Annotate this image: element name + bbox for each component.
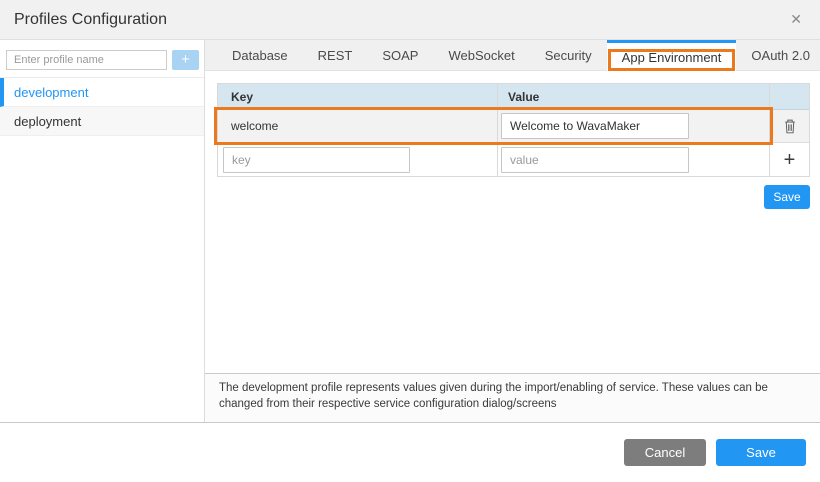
tab-soap[interactable]: SOAP <box>367 40 433 70</box>
add-profile-row: + <box>0 40 204 77</box>
key-cell: welcome <box>218 110 498 142</box>
profile-content: Database REST SOAP WebSocket Security Ap… <box>205 40 820 422</box>
table-row: welcome <box>218 110 809 143</box>
column-header-value: Value <box>498 84 769 109</box>
profile-description: The development profile represents value… <box>205 373 820 422</box>
profile-label: deployment <box>14 114 81 129</box>
profiles-configuration-dialog: Profiles Configuration ✕ + development d… <box>0 0 820 482</box>
tab-oauth[interactable]: OAuth 2.0 <box>736 40 820 70</box>
tab-database[interactable]: Database <box>217 40 303 70</box>
profile-label: development <box>14 85 88 100</box>
new-value-input[interactable] <box>501 147 689 173</box>
value-input[interactable] <box>501 113 689 139</box>
column-header-key: Key <box>218 84 498 109</box>
cancel-button[interactable]: Cancel <box>624 439 706 466</box>
dialog-body: + development deployment Database REST S… <box>0 40 820 423</box>
save-button[interactable]: Save <box>716 439 806 466</box>
sidebar-item-development[interactable]: development <box>0 78 204 107</box>
add-row-button[interactable]: + <box>782 149 798 171</box>
tab-security[interactable]: Security <box>530 40 607 70</box>
new-entry-row: + <box>218 143 809 176</box>
key-value-table: Key Value welcome <box>217 83 810 177</box>
trash-icon <box>783 118 797 134</box>
tab-app-environment[interactable]: App Environment <box>607 40 737 71</box>
column-header-actions <box>769 84 809 109</box>
tab-rest[interactable]: REST <box>303 40 368 70</box>
delete-row-button[interactable] <box>781 116 799 136</box>
table-actions: Save <box>217 185 810 209</box>
add-profile-button[interactable]: + <box>172 50 199 70</box>
close-icon[interactable]: ✕ <box>786 9 806 30</box>
profile-name-input[interactable] <box>6 50 167 70</box>
app-environment-panel: Key Value welcome <box>205 71 820 373</box>
tab-websocket[interactable]: WebSocket <box>433 40 529 70</box>
service-tabs: Database REST SOAP WebSocket Security Ap… <box>205 40 820 71</box>
dialog-footer: Cancel Save <box>0 423 820 482</box>
new-key-input[interactable] <box>223 147 410 173</box>
profiles-sidebar: + development deployment <box>0 40 205 422</box>
dialog-header: Profiles Configuration ✕ <box>0 0 820 40</box>
table-save-button[interactable]: Save <box>764 185 810 209</box>
dialog-title: Profiles Configuration <box>14 11 167 29</box>
profile-list: development deployment <box>0 77 204 136</box>
plus-icon: + <box>784 151 796 169</box>
table-header-row: Key Value <box>218 84 809 110</box>
sidebar-item-deployment[interactable]: deployment <box>0 107 204 136</box>
